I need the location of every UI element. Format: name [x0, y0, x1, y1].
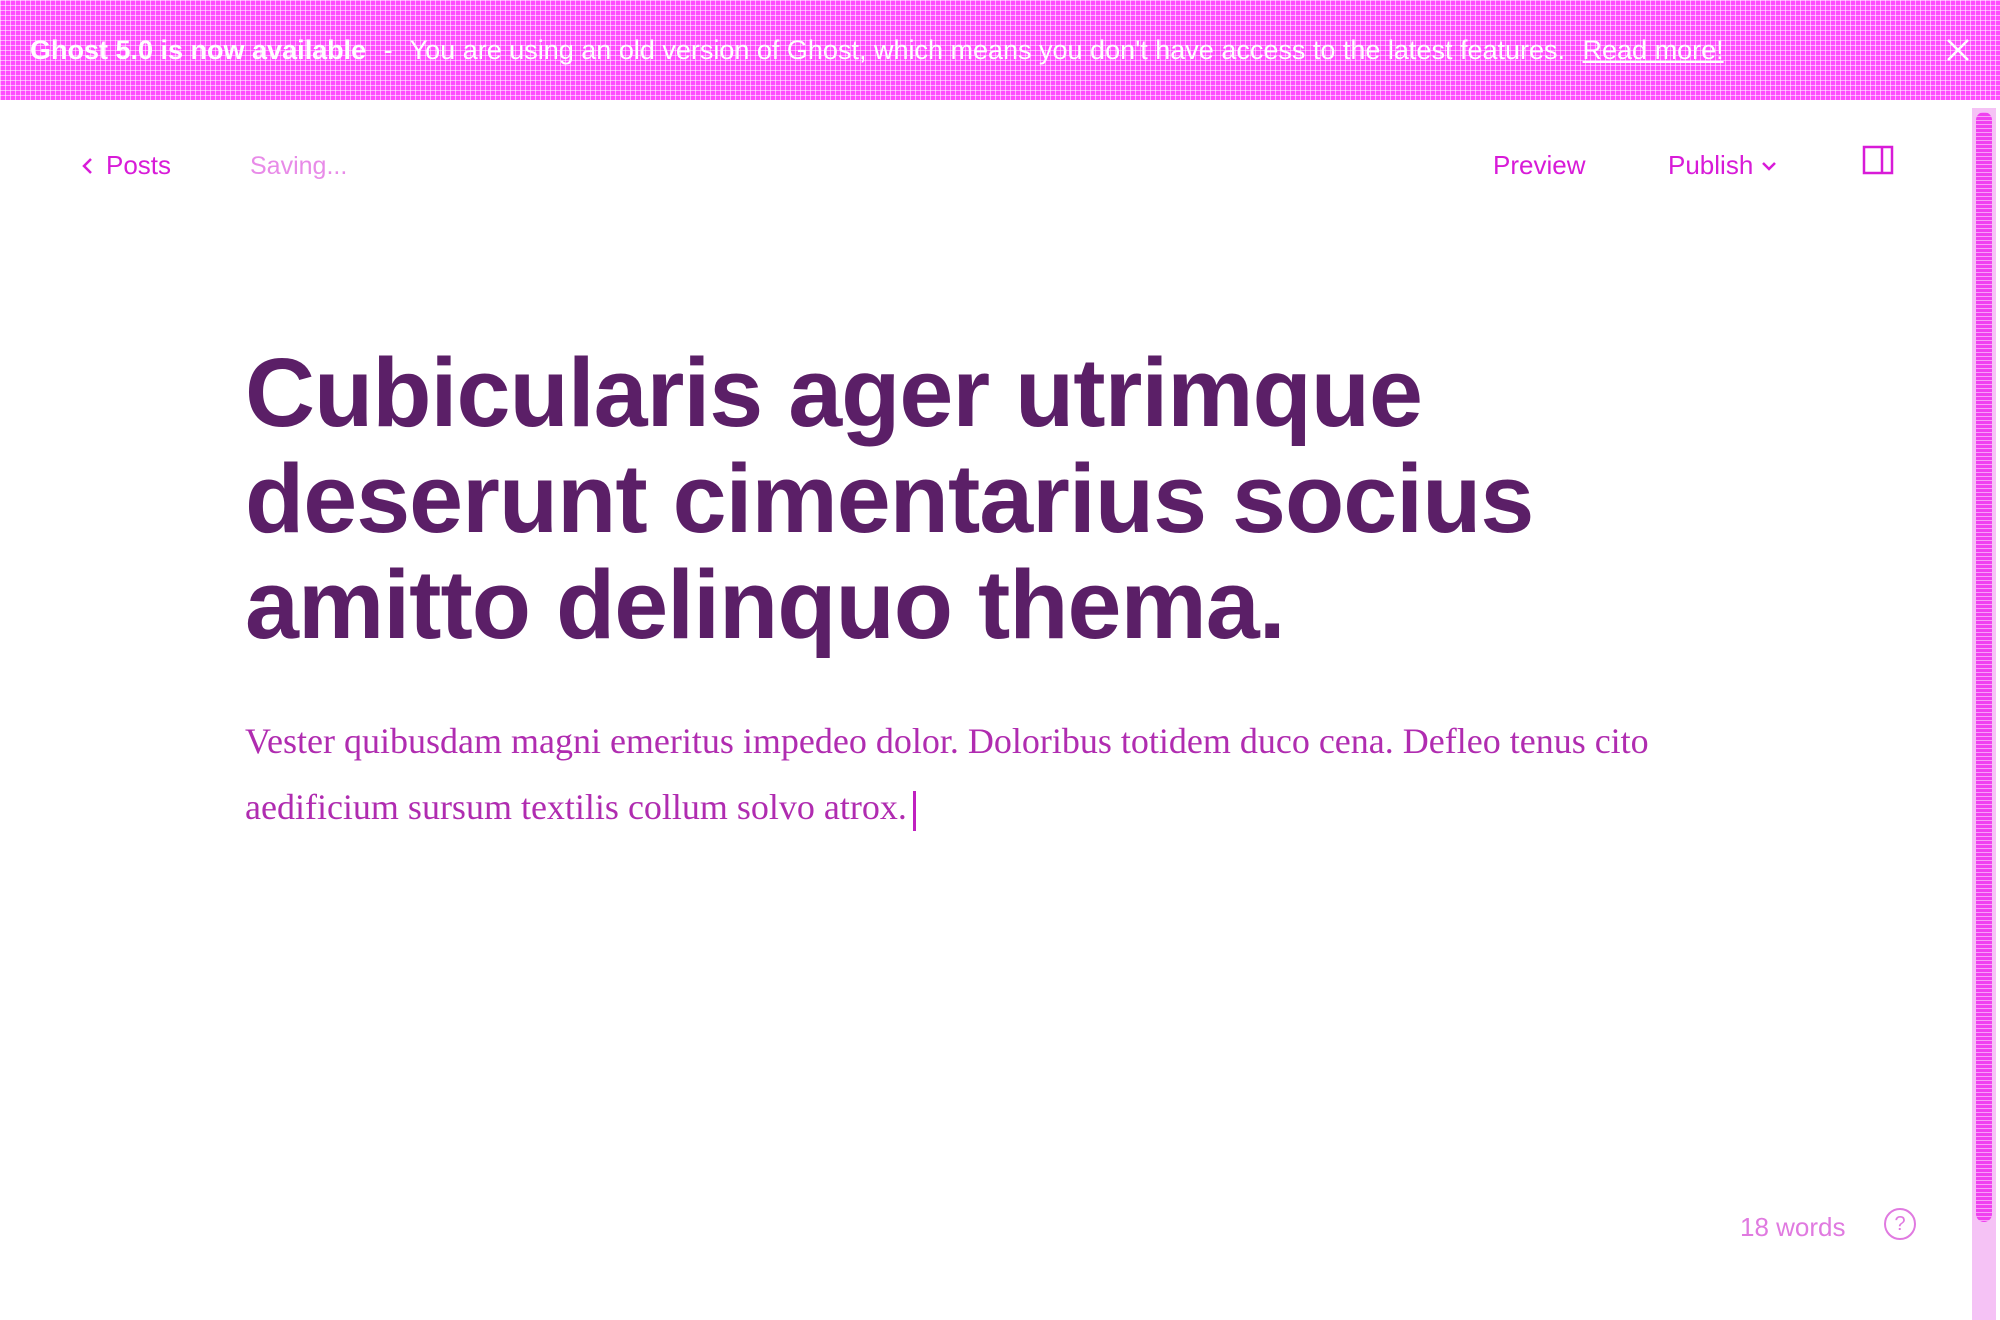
- help-icon: ?: [1894, 1212, 1906, 1235]
- back-to-posts-link[interactable]: Posts: [80, 150, 171, 181]
- post-title-line-1: Cubicularis ager utrimque: [245, 338, 1423, 447]
- help-button[interactable]: ?: [1884, 1208, 1916, 1240]
- text-cursor: [912, 790, 916, 831]
- editor-topbar: Posts Saving... Preview Publish: [0, 100, 1960, 230]
- post-editor: Cubicularis ager utrimque deserunt cimen…: [245, 340, 1705, 840]
- publish-button[interactable]: Publish: [1668, 150, 1777, 181]
- update-banner: Ghost 5.0 is now available - You are usi…: [0, 0, 2000, 100]
- post-title-line-2: deserunt cimentarius socius: [245, 444, 1534, 553]
- post-title-line-3: amitto delinquo thema.: [245, 550, 1286, 659]
- word-count: 18 words: [1740, 1212, 1846, 1242]
- post-title-input[interactable]: Cubicularis ager utrimque deserunt cimen…: [245, 340, 1705, 658]
- banner-separator: -: [383, 34, 393, 65]
- back-label: Posts: [106, 150, 172, 180]
- scrollbar-thumb[interactable]: [1976, 112, 1992, 1222]
- settings-sidebar-toggle[interactable]: [1862, 144, 1894, 176]
- banner-read-more-link[interactable]: Read more!: [1583, 35, 1724, 65]
- banner-message: Ghost 5.0 is now available - You are usi…: [30, 35, 1724, 66]
- post-body-text: Vester quibusdam magni emeritus impedeo …: [245, 721, 1649, 827]
- close-icon: [1947, 39, 1969, 61]
- banner-close-button[interactable]: [1936, 28, 1980, 72]
- banner-body: You are using an old version of Ghost, w…: [409, 34, 1566, 65]
- chevron-left-icon: [82, 157, 92, 174]
- save-status: Saving...: [250, 152, 348, 180]
- preview-button[interactable]: Preview: [1493, 150, 1585, 181]
- publish-label: Publish: [1668, 150, 1754, 180]
- banner-headline: Ghost 5.0 is now available: [30, 34, 367, 65]
- chevron-down-icon: [1762, 161, 1777, 171]
- post-body-editor[interactable]: Vester quibusdam magni emeritus impedeo …: [245, 708, 1665, 840]
- sidebar-toggle-icon: [1862, 145, 1894, 175]
